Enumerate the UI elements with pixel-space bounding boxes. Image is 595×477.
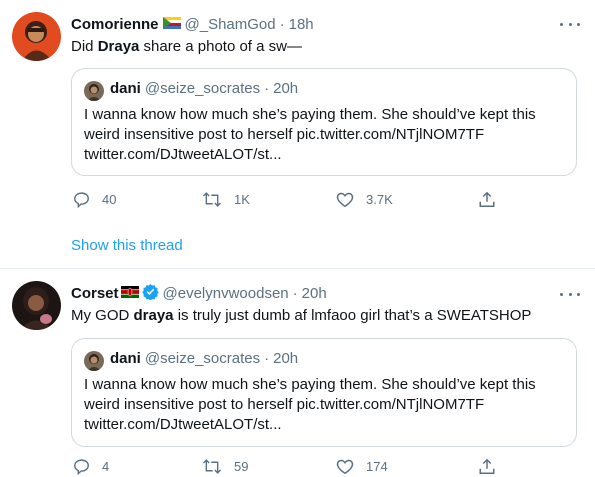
reply-count: 4 [102, 459, 110, 474]
tweet-text: My GOD draya is truly just dumb af lmfao… [71, 306, 531, 326]
reply-icon [73, 458, 90, 475]
quoted-text-line: weird insensitive post to herself pic.tw… [84, 126, 485, 143]
display-name[interactable]: Corset [71, 285, 119, 302]
like-count: 174 [366, 459, 388, 474]
heart-icon [336, 191, 354, 208]
like-button[interactable]: 174 [336, 458, 388, 475]
separator-dot: · [264, 80, 270, 97]
user-handle[interactable]: @evelynvwoodsen [163, 285, 289, 302]
quoted-text: I wanna know how much she’s paying them.… [84, 105, 570, 165]
like-count: 3.7K [366, 192, 393, 207]
quoted-display-name: dani [110, 80, 141, 97]
reply-button[interactable]: 40 [73, 191, 116, 208]
share-icon [478, 457, 496, 476]
share-icon [478, 190, 496, 209]
quoted-timestamp: 20h [273, 350, 299, 367]
quoted-text-line: I wanna know how much she’s paying them.… [84, 376, 536, 393]
quoted-header: dani @seize_socrates · 20h [110, 350, 298, 367]
avatar[interactable] [12, 281, 61, 330]
tweet-text-before: Did [71, 38, 98, 55]
tweet-header: Comorienne @_ShamGod · 18h [71, 13, 314, 35]
timestamp[interactable]: 18h [289, 16, 314, 33]
tweet[interactable]: Corset @evelynvwoodsen · 20h My GOD dray… [0, 268, 595, 477]
quoted-avatar [84, 81, 104, 101]
tweet-text-before: My GOD [71, 307, 134, 324]
timestamp[interactable]: 20h [302, 285, 327, 302]
retweet-count: 1K [234, 192, 250, 207]
tweet-actions: 4 59 174 [0, 457, 595, 477]
tweet-text: Did Draya share a photo of a sw— [71, 37, 302, 57]
quoted-text: I wanna know how much she’s paying them.… [84, 375, 570, 435]
reply-count: 40 [102, 192, 117, 207]
quoted-tweet[interactable]: dani @seize_socrates · 20h I wanna know … [71, 68, 577, 176]
tweet-header: Corset @evelynvwoodsen · 20h [71, 282, 327, 304]
retweet-icon [202, 458, 222, 475]
quoted-handle: @seize_socrates [144, 350, 261, 367]
retweet-count: 59 [234, 459, 249, 474]
share-button[interactable] [478, 457, 496, 476]
tweet-text-after: is truly just dumb af lmfaoo girl that’s… [173, 307, 532, 324]
quoted-tweet[interactable]: dani @seize_socrates · 20h I wanna know … [71, 338, 577, 447]
tweet-actions: 40 1K 3.7K [0, 188, 595, 212]
share-button[interactable] [478, 190, 496, 209]
avatar[interactable] [12, 12, 61, 61]
quoted-header: dani @seize_socrates · 20h [110, 80, 298, 97]
retweet-button[interactable]: 1K [202, 191, 250, 208]
quoted-handle: @seize_socrates [144, 80, 261, 97]
separator-dot: · [292, 284, 298, 302]
tweet-text-keyword: draya [133, 307, 174, 324]
retweet-button[interactable]: 59 [202, 458, 248, 475]
user-handle[interactable]: @_ShamGod [185, 16, 276, 33]
reply-icon [73, 191, 90, 208]
quoted-text-line: I wanna know how much she’s paying them.… [84, 106, 536, 123]
quoted-text-line: twitter.com/DJtweetALOT/st... [84, 146, 282, 163]
separator-dot: · [264, 350, 270, 367]
quoted-timestamp: 20h [273, 80, 299, 97]
reply-button[interactable]: 4 [73, 458, 109, 475]
quoted-display-name: dani [110, 350, 141, 367]
show-thread-link[interactable]: Show this thread [71, 237, 183, 254]
kenya-flag-icon [120, 285, 139, 302]
separator-dot: · [279, 15, 285, 33]
verified-badge-icon [141, 283, 159, 304]
more-icon[interactable] [560, 18, 580, 30]
tweet[interactable]: Comorienne @_ShamGod · 18h Did Draya sha… [0, 0, 595, 268]
comoros-flag-icon [162, 16, 181, 33]
retweet-icon [202, 191, 222, 208]
tweet-text-after: share a photo of a sw— [139, 38, 302, 55]
more-icon[interactable] [560, 288, 580, 300]
display-name[interactable]: Comorienne [71, 16, 159, 33]
quoted-text-line: twitter.com/DJtweetALOT/st... [84, 416, 282, 433]
quoted-avatar [84, 351, 104, 371]
quoted-text-line: weird insensitive post to herself pic.tw… [84, 396, 485, 413]
like-button[interactable]: 3.7K [336, 191, 393, 208]
tweet-text-keyword: Draya [97, 38, 140, 55]
heart-icon [336, 458, 354, 475]
